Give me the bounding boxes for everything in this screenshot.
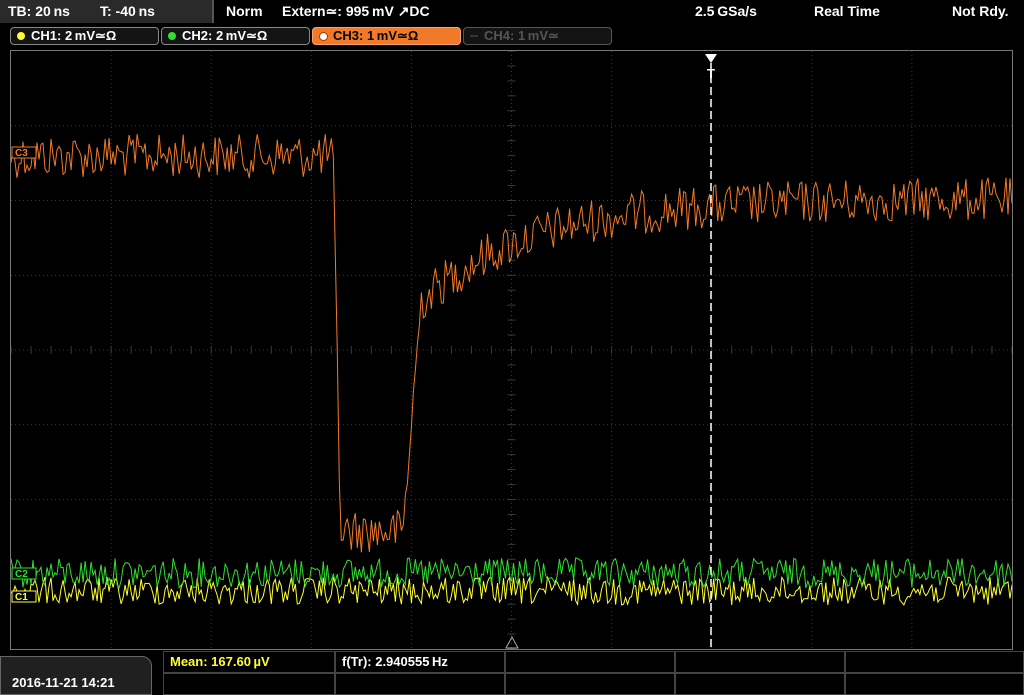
ch1-label: CH1: 2 mV≃Ω	[31, 28, 117, 43]
measurement-slot-6[interactable]	[163, 673, 335, 695]
channel-bar: CH1: 2 mV≃Ω CH2: 2 mV≃Ω CH3: 1 mV≃Ω CH4:…	[0, 24, 1024, 48]
sample-rate[interactable]: 2.5 GSa/s	[695, 3, 757, 19]
trigger-time-readout[interactable]: T: -40 ns	[100, 3, 155, 19]
ch4-label: CH4: 1 mV≃	[484, 28, 559, 43]
ch2-label: CH2: 2 mV≃Ω	[182, 28, 268, 43]
run-state[interactable]: Not Rdy.	[952, 3, 1009, 19]
measurement-slot-10[interactable]	[845, 673, 1024, 695]
frequency-measurement[interactable]: f(Tr): 2.940555 Hz	[335, 651, 505, 673]
ch1-marker-label: C1	[15, 592, 28, 603]
ch3-marker-label: C3	[15, 148, 28, 159]
measurement-slot-4[interactable]	[675, 651, 845, 673]
timebase-readout[interactable]: TB: 20 ns	[8, 3, 70, 19]
trigger-marker-icon[interactable]	[705, 54, 717, 63]
datetime-display: 2016-11-21 14:21	[0, 656, 152, 695]
measurement-slot-9[interactable]	[675, 673, 845, 695]
measurement-slot-5[interactable]	[845, 651, 1024, 673]
channel-tab-ch1[interactable]: CH1: 2 mV≃Ω	[10, 27, 159, 45]
ch2-marker-label: C2	[15, 569, 28, 580]
measurement-slot-3[interactable]	[505, 651, 675, 673]
channel-tab-ch3[interactable]: CH3: 1 mV≃Ω	[312, 27, 461, 45]
measurement-panel[interactable]: Mean: 167.60 µV f(Tr): 2.940555 Hz	[163, 651, 1024, 695]
trigger-source[interactable]: Extern≃: 995 mV ↗DC	[282, 3, 430, 20]
measurement-slot-8[interactable]	[505, 673, 675, 695]
channel-tab-ch4[interactable]: CH4: 1 mV≃	[463, 27, 612, 45]
channel-tab-ch2[interactable]: CH2: 2 mV≃Ω	[161, 27, 310, 45]
ch3-label: CH3: 1 mV≃Ω	[333, 28, 419, 43]
acquisition-mode[interactable]: Real Time	[814, 3, 880, 19]
ch1-indicator-icon	[17, 32, 25, 40]
status-bar: Norm Extern≃: 995 mV ↗DC 2.5 GSa/s Real …	[216, 0, 1024, 23]
trigger-mode[interactable]: Norm	[226, 3, 263, 19]
horizontal-position-icon[interactable]	[505, 635, 519, 649]
measurement-slot-7[interactable]	[335, 673, 505, 695]
graticule	[11, 51, 1012, 649]
waveform-canvas[interactable]: T C3 C2 C1	[11, 51, 1012, 649]
ch3-indicator-icon	[319, 32, 328, 41]
ch2-offset-marker[interactable]: C2	[11, 567, 37, 580]
ch3-offset-marker[interactable]: C3	[11, 146, 37, 159]
waveform-display[interactable]: T C3 C2 C1	[10, 50, 1013, 650]
ch4-indicator-icon	[470, 35, 478, 37]
trigger-marker-label: T	[707, 66, 715, 81]
mean-measurement[interactable]: Mean: 167.60 µV	[163, 651, 335, 673]
ch2-indicator-icon	[168, 32, 176, 40]
timebase-panel[interactable]: TB: 20 ns T: -40 ns	[0, 0, 214, 23]
ch1-offset-marker[interactable]: C1	[11, 590, 37, 603]
